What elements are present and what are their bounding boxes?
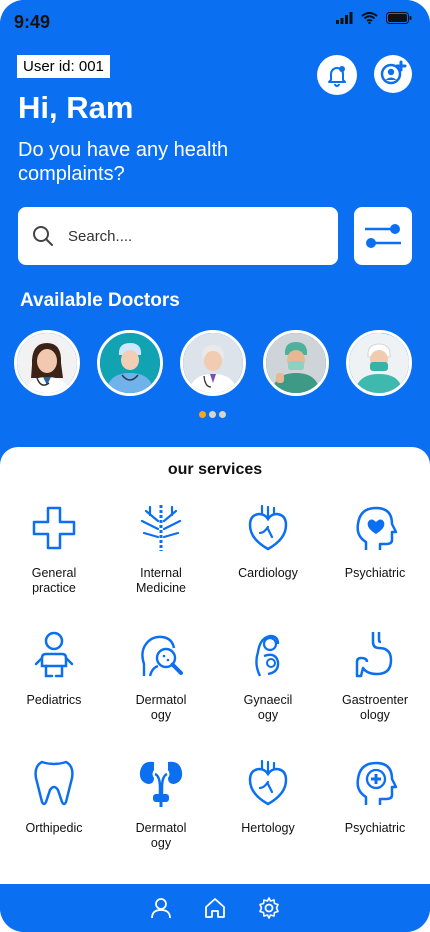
available-doctors-title: Available Doctors: [20, 290, 180, 311]
nav-home[interactable]: [202, 895, 228, 921]
user-icon: [151, 898, 171, 919]
filter-sliders-icon: [365, 224, 401, 248]
stomach-icon: [349, 629, 401, 681]
service-label: Psychiatric: [344, 821, 406, 835]
service-pediatrics[interactable]: Pediatrics: [2, 629, 106, 708]
service-dermatology[interactable]: Dermatol ogy: [109, 629, 213, 723]
health-question: Do you have any health complaints?: [18, 139, 229, 185]
filter-button[interactable]: [354, 207, 412, 265]
service-orthopedic[interactable]: Orthipedic: [2, 757, 106, 836]
service-label: General practice: [31, 566, 77, 595]
service-label: Gynaecil ogy: [243, 693, 293, 722]
battery-icon: [386, 12, 412, 24]
bell-icon: [328, 66, 346, 87]
bottom-nav: [0, 884, 430, 932]
greeting: Hi, Ram: [18, 90, 134, 125]
pager-dot[interactable]: [209, 411, 216, 418]
home-icon: [205, 898, 225, 918]
heart-icon: [242, 757, 294, 809]
status-icons: [336, 12, 412, 24]
medical-cross-icon: [28, 502, 80, 554]
nav-settings[interactable]: [256, 895, 282, 921]
service-psychiatric[interactable]: Psychiatric: [323, 502, 427, 581]
service-label: Orthipedic: [25, 821, 83, 835]
doctor-avatar-1[interactable]: [14, 330, 80, 396]
service-dermatology-2[interactable]: Dermatol ogy: [109, 757, 213, 851]
doctor-avatar-5[interactable]: [346, 330, 412, 396]
wifi-icon: [361, 12, 378, 24]
service-gynaecology[interactable]: Gynaecil ogy: [216, 629, 320, 723]
service-psychiatric-2[interactable]: Psychiatric: [323, 757, 427, 836]
bronchi-icon: [135, 502, 187, 554]
services-title: our services: [167, 461, 263, 478]
service-cardiology[interactable]: Cardiology: [216, 502, 320, 581]
head-medical-icon: [349, 757, 401, 809]
services-panel: our services General practice Internal M…: [0, 447, 430, 884]
pager-dot[interactable]: [199, 411, 206, 418]
service-gastroenterology[interactable]: Gastroenter ology: [323, 629, 427, 723]
service-label: Pediatrics: [26, 693, 82, 707]
head-heart-icon: [349, 502, 401, 554]
service-general-practice[interactable]: General practice: [2, 502, 106, 596]
doctor-carousel-pager[interactable]: [199, 411, 226, 418]
user-id-badge: User id: 001: [17, 55, 110, 78]
service-label: Dermatol ogy: [135, 821, 187, 850]
search-input[interactable]: [66, 226, 320, 246]
heart-icon: [242, 502, 294, 554]
header-section: 9:49 User id: 001 Hi, Ram Do you have an…: [0, 0, 430, 460]
search-icon: [33, 226, 53, 246]
notification-button[interactable]: [317, 55, 357, 95]
service-label: Psychiatric: [344, 566, 406, 580]
baby-icon: [28, 629, 80, 681]
face-magnifier-icon: [135, 629, 187, 681]
app-screen: 9:49 User id: 001 Hi, Ram Do you have an…: [0, 0, 430, 932]
signal-icon: [336, 12, 353, 24]
add-user-icon: [380, 60, 407, 85]
doctor-avatar-4[interactable]: [263, 330, 329, 396]
service-label: Hertology: [241, 821, 295, 835]
add-user-button[interactable]: [374, 55, 412, 93]
doctor-avatar-2[interactable]: [97, 330, 163, 396]
service-label: Dermatol ogy: [135, 693, 187, 722]
nav-profile[interactable]: [148, 895, 174, 921]
pager-dot[interactable]: [219, 411, 226, 418]
service-label: Internal Medicine: [135, 566, 187, 595]
service-label: Gastroenter ology: [341, 693, 408, 722]
service-label: Cardiology: [238, 566, 298, 580]
search-box[interactable]: [18, 207, 338, 265]
kidneys-icon: [135, 757, 187, 809]
doctor-avatar-3[interactable]: [180, 330, 246, 396]
tooth-icon: [28, 757, 80, 809]
status-time: 9:49: [14, 12, 51, 32]
pregnant-icon: [242, 629, 294, 681]
service-hertology[interactable]: Hertology: [216, 757, 320, 836]
gear-icon: [259, 897, 279, 919]
status-bar: 9:49: [0, 0, 430, 44]
service-internal-medicine[interactable]: Internal Medicine: [109, 502, 213, 596]
